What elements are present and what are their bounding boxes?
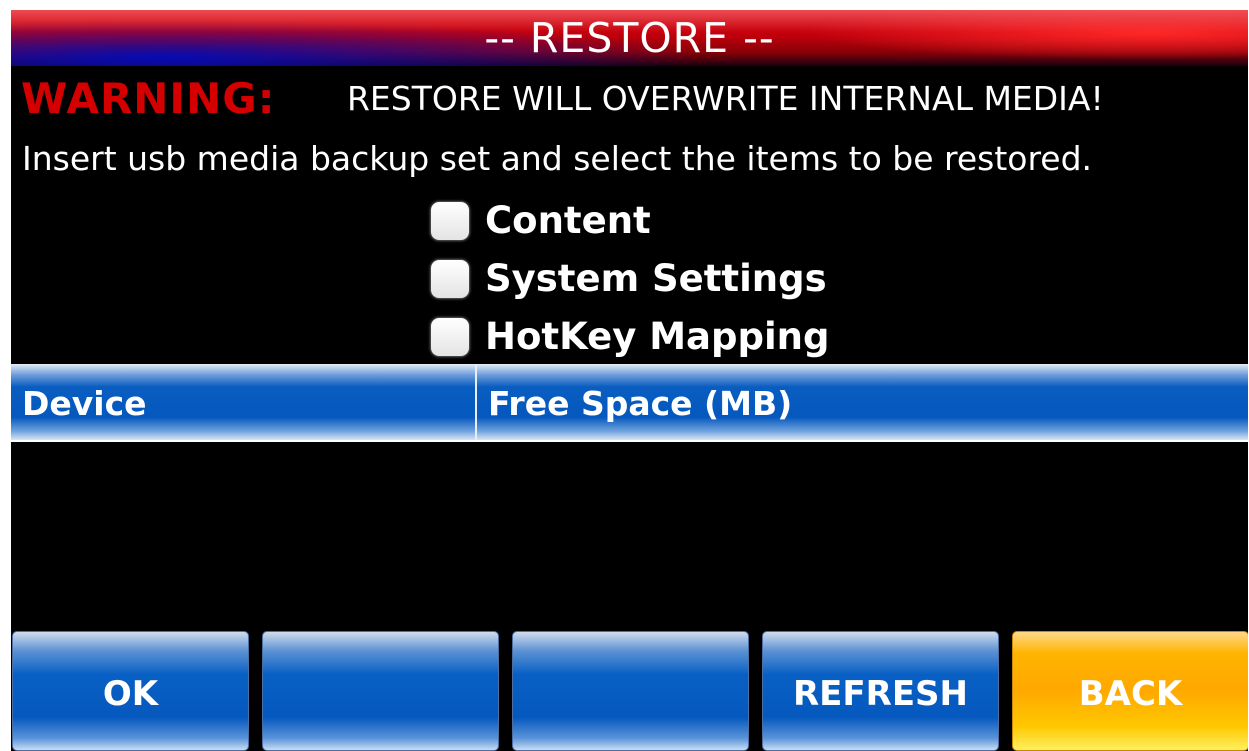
restore-screen: -- RESTORE -- WARNING: RESTORE WILL OVER… <box>11 10 1248 751</box>
column-header-device[interactable]: Device <box>22 364 147 440</box>
device-table-header: Device Free Space (MB) <box>11 364 1248 442</box>
device-table-body[interactable] <box>11 442 1248 626</box>
warning-label: WARNING: <box>21 74 276 123</box>
empty-button-1[interactable] <box>262 631 499 751</box>
content-label: Content <box>485 199 651 242</box>
content-checkbox[interactable] <box>431 202 469 240</box>
button-bar: OK REFRESH BACK <box>11 626 1248 751</box>
instruction-text: Insert usb media backup set and select t… <box>22 139 1093 178</box>
ok-button[interactable]: OK <box>12 631 249 751</box>
option-system-settings[interactable]: System Settings <box>431 256 827 302</box>
system-settings-label: System Settings <box>485 257 827 300</box>
empty-button-2[interactable] <box>512 631 749 751</box>
back-button[interactable]: BACK <box>1012 631 1248 751</box>
hotkey-mapping-checkbox[interactable] <box>431 318 469 356</box>
page-title: -- RESTORE -- <box>484 14 775 62</box>
system-settings-checkbox[interactable] <box>431 260 469 298</box>
option-content[interactable]: Content <box>431 198 651 244</box>
warning-row: WARNING: RESTORE WILL OVERWRITE INTERNAL… <box>11 74 1248 124</box>
column-header-free-space[interactable]: Free Space (MB) <box>488 364 792 440</box>
column-divider <box>475 364 477 440</box>
refresh-button[interactable]: REFRESH <box>762 631 999 751</box>
warning-message: RESTORE WILL OVERWRITE INTERNAL MEDIA! <box>347 79 1104 118</box>
title-bar: -- RESTORE -- <box>11 10 1248 66</box>
hotkey-mapping-label: HotKey Mapping <box>485 315 830 358</box>
option-hotkey-mapping[interactable]: HotKey Mapping <box>431 314 829 360</box>
